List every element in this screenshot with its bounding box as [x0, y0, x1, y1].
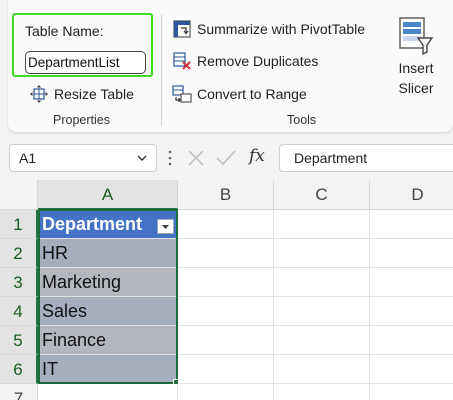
group-separator — [161, 14, 162, 126]
convert-to-range-label: Convert to Range — [197, 86, 307, 102]
column-header-c[interactable]: C — [274, 180, 370, 210]
table-name-label: Table Name: — [25, 23, 104, 39]
cell-b4[interactable] — [178, 297, 274, 326]
row-header-5[interactable]: 5 — [0, 326, 38, 355]
filter-arrow-icon — [162, 225, 169, 229]
cell-b7[interactable] — [178, 384, 274, 400]
cell-c1[interactable] — [274, 210, 370, 239]
row-header-2[interactable]: 2 — [0, 239, 38, 268]
cell-a3[interactable]: Marketing — [38, 268, 178, 297]
cancel-icon[interactable] — [186, 148, 206, 168]
cell-a2[interactable]: HR — [38, 239, 178, 268]
more-options-icon[interactable] — [168, 149, 172, 167]
ribbon: Table Name: Resize Table Properties Summ… — [0, 0, 453, 140]
cell-a5[interactable]: Finance — [38, 326, 178, 355]
cell-c6[interactable] — [274, 355, 370, 384]
enter-checkmark-icon[interactable] — [215, 148, 237, 168]
cell-a4[interactable]: Sales — [38, 297, 178, 326]
cell-c5[interactable] — [274, 326, 370, 355]
cell-c7[interactable] — [274, 384, 370, 400]
cell-d7[interactable] — [370, 384, 453, 400]
remove-duplicates-button[interactable]: Remove Duplicates — [172, 51, 318, 71]
cell-b5[interactable] — [178, 326, 274, 355]
cell-d5[interactable] — [370, 326, 453, 355]
cell-c4[interactable] — [274, 297, 370, 326]
column-header-d[interactable]: D — [370, 180, 453, 210]
insert-slicer-label-line2: Slicer — [398, 80, 434, 96]
cell-d2[interactable] — [370, 239, 453, 268]
insert-slicer-label-line1: Insert — [398, 60, 434, 76]
pivottable-icon — [173, 20, 191, 38]
row-header-7[interactable]: 7 — [0, 384, 38, 400]
slicer-icon — [399, 17, 434, 56]
row-header-6[interactable]: 6 — [0, 355, 38, 384]
convert-to-range-button[interactable]: Convert to Range — [172, 84, 307, 104]
fill-handle[interactable] — [173, 379, 179, 385]
formula-input[interactable]: Department — [279, 144, 453, 172]
properties-group-label: Properties — [53, 113, 110, 127]
cell-d1[interactable] — [370, 210, 453, 239]
cell-b3[interactable] — [178, 268, 274, 297]
formula-input-value: Department — [294, 150, 368, 166]
remove-duplicates-icon — [173, 52, 191, 70]
insert-function-button[interactable]: fx — [249, 146, 265, 166]
name-box[interactable]: A1 — [9, 144, 157, 172]
cell-c3[interactable] — [274, 268, 370, 297]
formula-bar: A1 fx Department — [0, 140, 453, 180]
worksheet-grid: A B C D 1 2 3 4 5 6 7 Department HR Mark… — [0, 180, 453, 400]
cell-b6[interactable] — [178, 355, 274, 384]
table-name-input[interactable] — [25, 51, 146, 74]
row-header-3[interactable]: 3 — [0, 268, 38, 297]
insert-slicer-button[interactable]: Insert Slicer — [390, 16, 442, 106]
summarize-pivottable-label: Summarize with PivotTable — [197, 21, 366, 37]
chevron-down-icon[interactable] — [136, 152, 148, 164]
resize-table-label: Resize Table — [54, 86, 134, 102]
cell-c2[interactable] — [274, 239, 370, 268]
name-box-value: A1 — [19, 150, 37, 166]
resize-table-button[interactable]: Resize Table — [29, 84, 134, 104]
filter-dropdown-button[interactable] — [157, 219, 174, 234]
column-header-b[interactable]: B — [178, 180, 274, 210]
table-name-highlight: Table Name: — [12, 13, 153, 77]
cell-b1[interactable] — [178, 210, 274, 239]
summarize-pivottable-button[interactable]: Summarize with PivotTable — [172, 19, 365, 39]
cell-d6[interactable] — [370, 355, 453, 384]
cell-d3[interactable] — [370, 268, 453, 297]
row-header-1[interactable]: 1 — [0, 210, 38, 239]
cell-b2[interactable] — [178, 239, 274, 268]
cell-a6[interactable]: IT — [38, 355, 178, 384]
remove-duplicates-label: Remove Duplicates — [197, 53, 319, 69]
cell-d4[interactable] — [370, 297, 453, 326]
column-header-a[interactable]: A — [38, 180, 178, 210]
resize-table-icon — [30, 85, 48, 103]
convert-to-range-icon — [172, 85, 192, 103]
tools-group-label: Tools — [287, 113, 317, 127]
row-header-4[interactable]: 4 — [0, 297, 38, 326]
cell-a7[interactable] — [38, 384, 178, 400]
select-all-corner[interactable] — [0, 180, 38, 210]
